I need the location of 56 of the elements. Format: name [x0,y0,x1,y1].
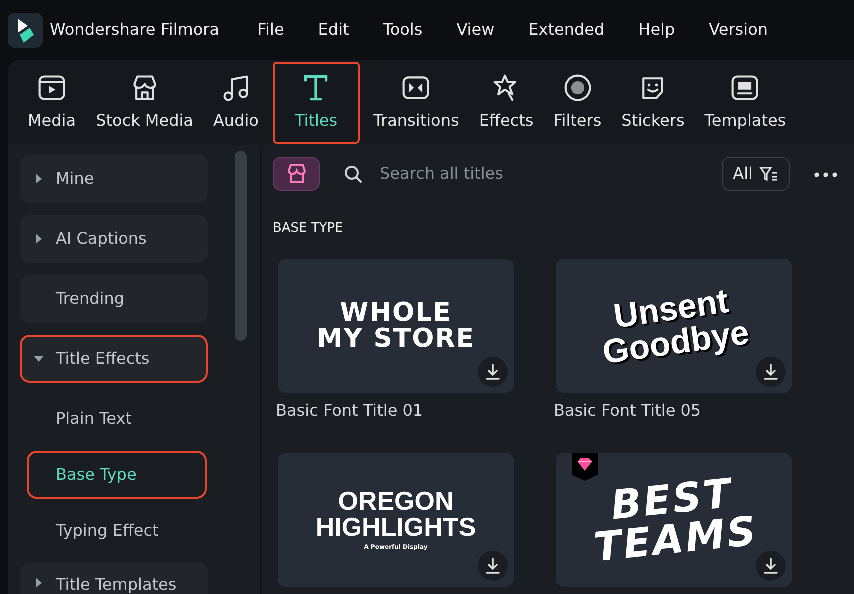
subcategory-item[interactable]: Typing Effect [20,507,208,555]
menu-item[interactable]: File [258,18,284,42]
tab[interactable]: Filters [548,62,608,144]
menu-item[interactable]: Edit [318,18,350,42]
category-item[interactable]: Mine [20,155,208,203]
store-button[interactable] [273,157,320,191]
music-note-icon [221,72,252,102]
subcategory-item[interactable]: Plain Text [20,395,208,443]
app-title: Wondershare Filmora [50,19,220,41]
title-thumbnail[interactable]: BEST TEAMS [556,452,792,586]
tab[interactable]: Stickers [616,62,691,144]
menu-item[interactable]: View [456,18,495,42]
more-icon [814,172,838,178]
menu-item[interactable]: Extended [528,18,605,42]
preview-text: WHOLE MY STORE [316,300,476,352]
category-item[interactable]: Trending [20,275,208,323]
title-caption: Basic Font Title 01 [276,400,424,422]
download-icon [484,362,502,380]
download-button[interactable] [756,356,786,386]
menu-item[interactable]: Help [638,18,676,42]
download-button[interactable] [756,550,786,580]
media-icon [37,72,68,102]
tab[interactable]: Transitions [368,62,466,144]
category-item[interactable]: Title Templates [20,563,208,594]
search-icon [344,165,362,183]
app-logo [8,12,43,48]
premium-gem-icon [572,452,598,480]
preview-text: OREGON HIGHLIGHTS [316,488,476,540]
tab[interactable]: Media [22,62,82,144]
category-item[interactable]: AI Captions [20,215,208,263]
download-icon [484,556,502,574]
preview-text: BEST TEAMS [591,471,760,568]
download-button[interactable] [478,356,508,386]
scrollbar[interactable] [235,151,247,341]
filter-button[interactable]: All [722,157,790,191]
menu-item[interactable]: Version [709,18,768,42]
tab[interactable]: Effects [473,62,540,144]
title-caption: Basic Font Title 05 [554,400,702,422]
filter-icon [759,165,779,183]
filter-icon [562,72,593,102]
category-item[interactable]: Title Effects [20,335,208,383]
download-icon [762,556,780,574]
tab[interactable]: Titles [272,62,360,144]
search-field[interactable]: Search all titles [378,161,678,187]
section-title: BASE TYPE [273,220,344,238]
title-thumbnail[interactable]: WHOLE MY STORE [278,258,514,392]
download-icon [762,362,780,380]
download-button[interactable] [478,550,508,580]
tab[interactable]: Templates [698,62,792,144]
title-thumbnail[interactable]: Unsent Goodbye [556,258,792,392]
template-icon [730,72,760,102]
subcategory-item[interactable]: Base Type [27,451,207,499]
tab[interactable]: Audio [207,62,265,144]
preview-text: Unsent Goodbye [600,282,752,370]
tab[interactable]: Stock Media [90,62,200,144]
menu-item[interactable]: Tools [383,18,423,42]
